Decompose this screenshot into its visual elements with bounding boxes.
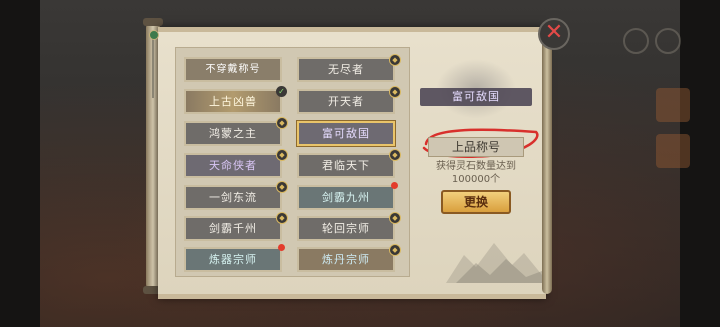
title-item[interactable]: 炼丹宗师: [297, 247, 395, 272]
bg-building-icon: [656, 88, 690, 122]
title-grade-label: 上品称号: [428, 137, 524, 157]
title-item[interactable]: 天命侠者: [184, 153, 282, 178]
lock-icon: ◆: [276, 212, 288, 224]
title-item[interactable]: 开天者: [297, 89, 395, 114]
lock-icon: ◆: [389, 244, 401, 256]
red-dot-notification: [278, 244, 285, 251]
equipped-check-icon: ✓: [276, 86, 287, 97]
title-item[interactable]: 无尽者: [297, 57, 395, 82]
condition-line: 100000个: [451, 174, 501, 185]
title-item[interactable]: 上古凶兽: [184, 89, 282, 114]
lock-icon: ◆: [389, 86, 401, 98]
title-item[interactable]: 剑霸千州: [184, 216, 282, 241]
left-dark-strip: [0, 0, 40, 327]
title-item[interactable]: 剑霸九州: [297, 185, 395, 210]
selected-title-display: 富可敌国: [420, 88, 532, 106]
bg-round-icon: [655, 28, 681, 54]
lock-icon: ◆: [389, 149, 401, 161]
title-item[interactable]: 鸿蒙之主: [184, 121, 282, 146]
lock-icon: ◆: [276, 117, 288, 129]
title-item-selected[interactable]: 富可敌国: [297, 121, 395, 146]
close-button[interactable]: ✕: [538, 18, 570, 50]
title-item-none[interactable]: 不穿戴称号: [184, 57, 282, 82]
tassel-cord: [152, 38, 154, 98]
change-button[interactable]: 更换: [441, 190, 511, 214]
title-item[interactable]: 轮回宗师: [297, 216, 395, 241]
bg-round-icon: [623, 28, 649, 54]
mountain-ink-decoration: [446, 243, 542, 283]
bg-chest-icon: [656, 134, 690, 168]
condition-line: 获得灵石数量达到: [436, 161, 516, 172]
title-item[interactable]: 一剑东流: [184, 185, 282, 210]
title-item[interactable]: 君临天下: [297, 153, 395, 178]
scroll-rod-cap: [143, 18, 163, 26]
lock-icon: ◆: [389, 212, 401, 224]
jade-tassel-icon: [149, 30, 159, 40]
lock-icon: ◆: [276, 149, 288, 161]
unlock-condition-text: 获得灵石数量达到 100000个: [426, 160, 526, 186]
lock-icon: ◆: [389, 54, 401, 66]
lock-icon: ◆: [276, 181, 288, 193]
red-dot-notification: [391, 182, 398, 189]
title-item[interactable]: 炼器宗师: [184, 247, 282, 272]
